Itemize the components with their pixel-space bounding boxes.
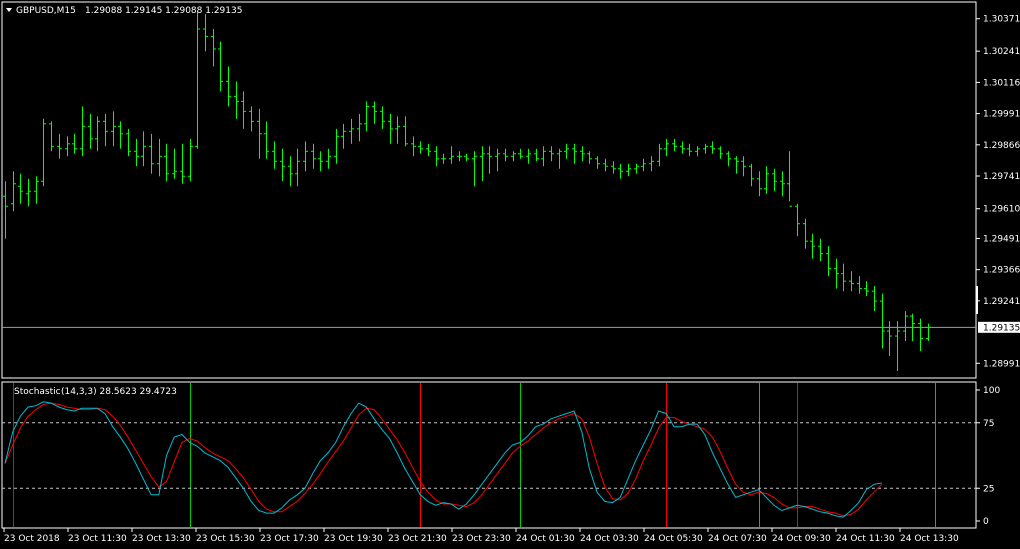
stoch-tick-label: 100 xyxy=(983,386,1000,396)
price-tick-label: 1.29866 xyxy=(983,141,1020,151)
time-tick-label: 24 Oct 05:30 xyxy=(644,534,703,544)
price-tick-label: 1.29741 xyxy=(983,172,1020,182)
time-tick-label: 23 Oct 21:30 xyxy=(388,534,447,544)
price-tick-label: 1.29991 xyxy=(983,110,1020,120)
price-tick-label: 1.29366 xyxy=(983,266,1020,276)
price-tick-label: 1.30371 xyxy=(983,15,1020,25)
time-tick-label: 23 Oct 11:30 xyxy=(68,534,127,544)
time-tick-label: 23 Oct 15:30 xyxy=(196,534,255,544)
time-tick-label: 24 Oct 01:30 xyxy=(516,534,575,544)
time-tick-label: 24 Oct 07:30 xyxy=(708,534,767,544)
stoch-tick-label: 0 xyxy=(983,517,989,527)
time-tick-label: 23 Oct 17:30 xyxy=(260,534,319,544)
chart-background xyxy=(0,0,1020,549)
time-tick-label: 23 Oct 13:30 xyxy=(132,534,191,544)
price-tick-label: 1.28991 xyxy=(983,359,1020,369)
current-price-label: 1.29135 xyxy=(983,323,1020,333)
time-tick-label: 24 Oct 11:30 xyxy=(836,534,895,544)
indicator-params: (14,3,3) 28.5623 29.4723 xyxy=(61,387,177,397)
price-tick-label: 1.29491 xyxy=(983,234,1020,244)
indicator-name: Stochastic xyxy=(14,387,61,397)
time-tick-label: 24 Oct 13:30 xyxy=(900,534,959,544)
time-tick-label: 24 Oct 09:30 xyxy=(772,534,831,544)
time-tick-label: 23 Oct 19:30 xyxy=(324,534,383,544)
price-tick-label: 1.29610 xyxy=(983,205,1020,215)
price-scale-handle[interactable] xyxy=(976,286,978,314)
symbol-label: GBPUSD,M15 xyxy=(16,6,76,16)
ohlc-readout: 1.29088 1.29145 1.29088 1.29135 xyxy=(85,6,242,16)
time-tick-label: 23 Oct 2018 xyxy=(4,534,60,544)
price-tick-label: 1.30116 xyxy=(983,78,1020,88)
time-tick-label: 24 Oct 03:30 xyxy=(580,534,639,544)
price-tick-label: 1.29241 xyxy=(983,297,1020,307)
price-tick-label: 1.30241 xyxy=(983,47,1020,57)
stoch-tick-label: 75 xyxy=(983,419,994,429)
chart-window[interactable]: 1.30371 1.30241 1.30116 1.29991 1.29866 1.297… xyxy=(0,0,1020,549)
stoch-tick-label: 25 xyxy=(983,484,994,494)
time-tick-label: 23 Oct 23:30 xyxy=(452,534,511,544)
